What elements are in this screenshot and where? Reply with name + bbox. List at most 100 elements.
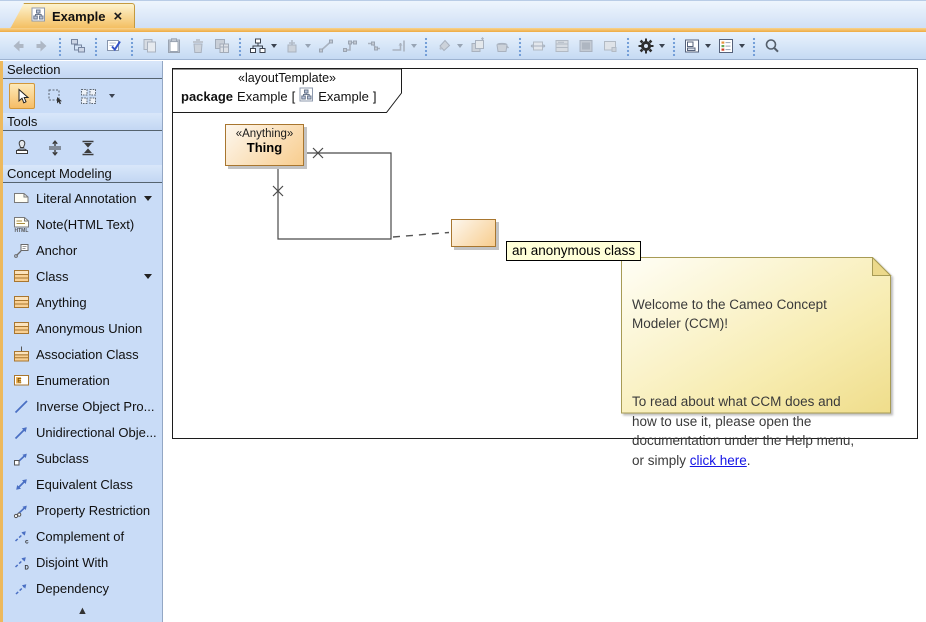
frame-header: «layoutTemplate» package Example [ Examp…: [173, 71, 401, 105]
fill-color-dropdown-caret[interactable]: [457, 44, 463, 48]
section-header-concept-modeling: Concept Modeling: [3, 165, 162, 183]
tab-bar: Example ×: [0, 0, 926, 29]
toolbar-separator: [128, 36, 136, 56]
legend-button[interactable]: [714, 34, 738, 58]
class-icon: [11, 320, 31, 336]
reroute-path-button[interactable]: [386, 34, 410, 58]
class-dropdown-caret[interactable]: [144, 274, 152, 279]
equivalent-class-icon: [11, 476, 31, 493]
draw-line-button[interactable]: [314, 34, 338, 58]
pointer-tool-button[interactable]: [9, 83, 35, 109]
search-button[interactable]: [760, 34, 784, 58]
diagram-icon: [31, 7, 46, 27]
palette-item-disjoint-with[interactable]: D Disjoint With: [3, 549, 162, 575]
delete-button[interactable]: [186, 34, 210, 58]
draw-oblique-path-button[interactable]: [362, 34, 386, 58]
tab-label: Example: [52, 9, 105, 24]
frame-name-line: package Example [ Example ]: [173, 87, 401, 105]
toolbar-separator: [750, 36, 758, 56]
image-shape-button[interactable]: [574, 34, 598, 58]
forward-button[interactable]: [30, 34, 54, 58]
literal-annotation-dropdown-caret[interactable]: [144, 196, 152, 201]
apply-style-button[interactable]: [490, 34, 514, 58]
palette-scroll-up-icon[interactable]: ▲: [3, 605, 162, 617]
legend-dropdown-caret[interactable]: [739, 44, 745, 48]
anchor-icon: [11, 242, 31, 259]
layout-diagram-button[interactable]: [246, 34, 270, 58]
fill-color-button[interactable]: [432, 34, 456, 58]
welcome-note[interactable]: Welcome to the Cameo Concept Modeler (CC…: [621, 257, 892, 414]
frame-close-bracket: ]: [373, 89, 377, 104]
palette-item-subclass[interactable]: Subclass: [3, 445, 162, 471]
section-header-tools: Tools: [3, 113, 162, 131]
draw-path-button[interactable]: [338, 34, 362, 58]
main-toolbar: [0, 32, 926, 60]
autosize-button[interactable]: [526, 34, 550, 58]
palette-item-anonymous-union[interactable]: Anonymous Union: [3, 315, 162, 341]
window-layout-button[interactable]: [680, 34, 704, 58]
show-diagram-frame-button[interactable]: [598, 34, 622, 58]
copy-diagram-button[interactable]: [210, 34, 234, 58]
html-note-icon: HTML: [11, 216, 31, 233]
show-compartments-button[interactable]: [550, 34, 574, 58]
vertical-distribute-tool-button[interactable]: [42, 135, 68, 161]
dependency-icon: [11, 580, 31, 597]
palette-item-html-note[interactable]: HTML Note(HTML Text): [3, 211, 162, 237]
anonymous-class-label[interactable]: an anonymous class: [506, 241, 641, 261]
tab-close-icon[interactable]: ×: [111, 9, 124, 24]
unidirectional-association-icon: [11, 424, 31, 441]
palette-item-association-class[interactable]: Association Class: [3, 341, 162, 367]
tools-row: [3, 131, 162, 165]
add-shape-dropdown-caret[interactable]: [305, 44, 311, 48]
palette-item-literal-annotation[interactable]: Literal Annotation: [3, 185, 162, 211]
palette-item-enumeration[interactable]: E Enumeration: [3, 367, 162, 393]
reroute-dropdown-caret[interactable]: [411, 44, 417, 48]
svg-text:D: D: [24, 565, 29, 571]
thing-stereotype: «Anything»: [226, 128, 303, 140]
note-text: Welcome to the Cameo Concept Modeler (CC…: [632, 275, 878, 470]
toolbar-separator: [56, 36, 64, 56]
select-in-containment-tree-button[interactable]: [66, 34, 90, 58]
anchor-dashed-line[interactable]: [393, 233, 449, 238]
palette-item-unidirectional-association[interactable]: Unidirectional Obje...: [3, 419, 162, 445]
palette-item-anything[interactable]: Anything: [3, 289, 162, 315]
frame-diagram-name: Example: [318, 89, 369, 104]
toolbar-separator: [670, 36, 678, 56]
group-select-tool-button[interactable]: [75, 83, 101, 109]
palette-item-class[interactable]: Class: [3, 263, 162, 289]
layout-dropdown-caret[interactable]: [271, 44, 277, 48]
palette-item-inverse-object-property[interactable]: Inverse Object Pro...: [3, 393, 162, 419]
marquee-select-tool-button[interactable]: [42, 83, 68, 109]
bring-to-front-button[interactable]: [466, 34, 490, 58]
check-active-diagram-button[interactable]: [102, 34, 126, 58]
paste-button[interactable]: [162, 34, 186, 58]
selection-tool-row: [3, 79, 162, 113]
disjoint-with-icon: D: [11, 554, 31, 571]
palette-item-complement-of[interactable]: c Complement of: [3, 523, 162, 549]
click-here-link[interactable]: click here: [690, 453, 747, 468]
palette-item-equivalent-class[interactable]: Equivalent Class: [3, 471, 162, 497]
literal-annotation-icon: [11, 190, 31, 206]
settings-gear-button[interactable]: [634, 34, 658, 58]
group-select-dropdown-caret[interactable]: [109, 94, 115, 98]
copy-button[interactable]: [138, 34, 162, 58]
frame-open-bracket: [: [292, 89, 296, 104]
back-button[interactable]: [6, 34, 30, 58]
add-shape-button[interactable]: [280, 34, 304, 58]
palette-item-dependency[interactable]: Dependency: [3, 575, 162, 601]
svg-text:HTML: HTML: [14, 228, 28, 233]
note-paragraph-1: Welcome to the Cameo Concept Modeler (CC…: [632, 297, 827, 332]
thing-class-shape[interactable]: «Anything» Thing: [225, 124, 304, 166]
palette-item-anchor[interactable]: Anchor: [3, 237, 162, 263]
window-layout-dropdown-caret[interactable]: [705, 44, 711, 48]
anonymous-class-shape[interactable]: [451, 219, 496, 247]
settings-dropdown-caret[interactable]: [659, 44, 665, 48]
note-after-link: .: [747, 453, 751, 468]
toolbar-separator: [422, 36, 430, 56]
sticky-stamp-tool-button[interactable]: [9, 135, 35, 161]
vertical-compress-tool-button[interactable]: [75, 135, 101, 161]
toolbar-separator: [236, 36, 244, 56]
palette-item-property-restriction[interactable]: Property Restriction: [3, 497, 162, 523]
tab-example[interactable]: Example ×: [10, 3, 135, 29]
note-fold-corner: [873, 258, 891, 276]
